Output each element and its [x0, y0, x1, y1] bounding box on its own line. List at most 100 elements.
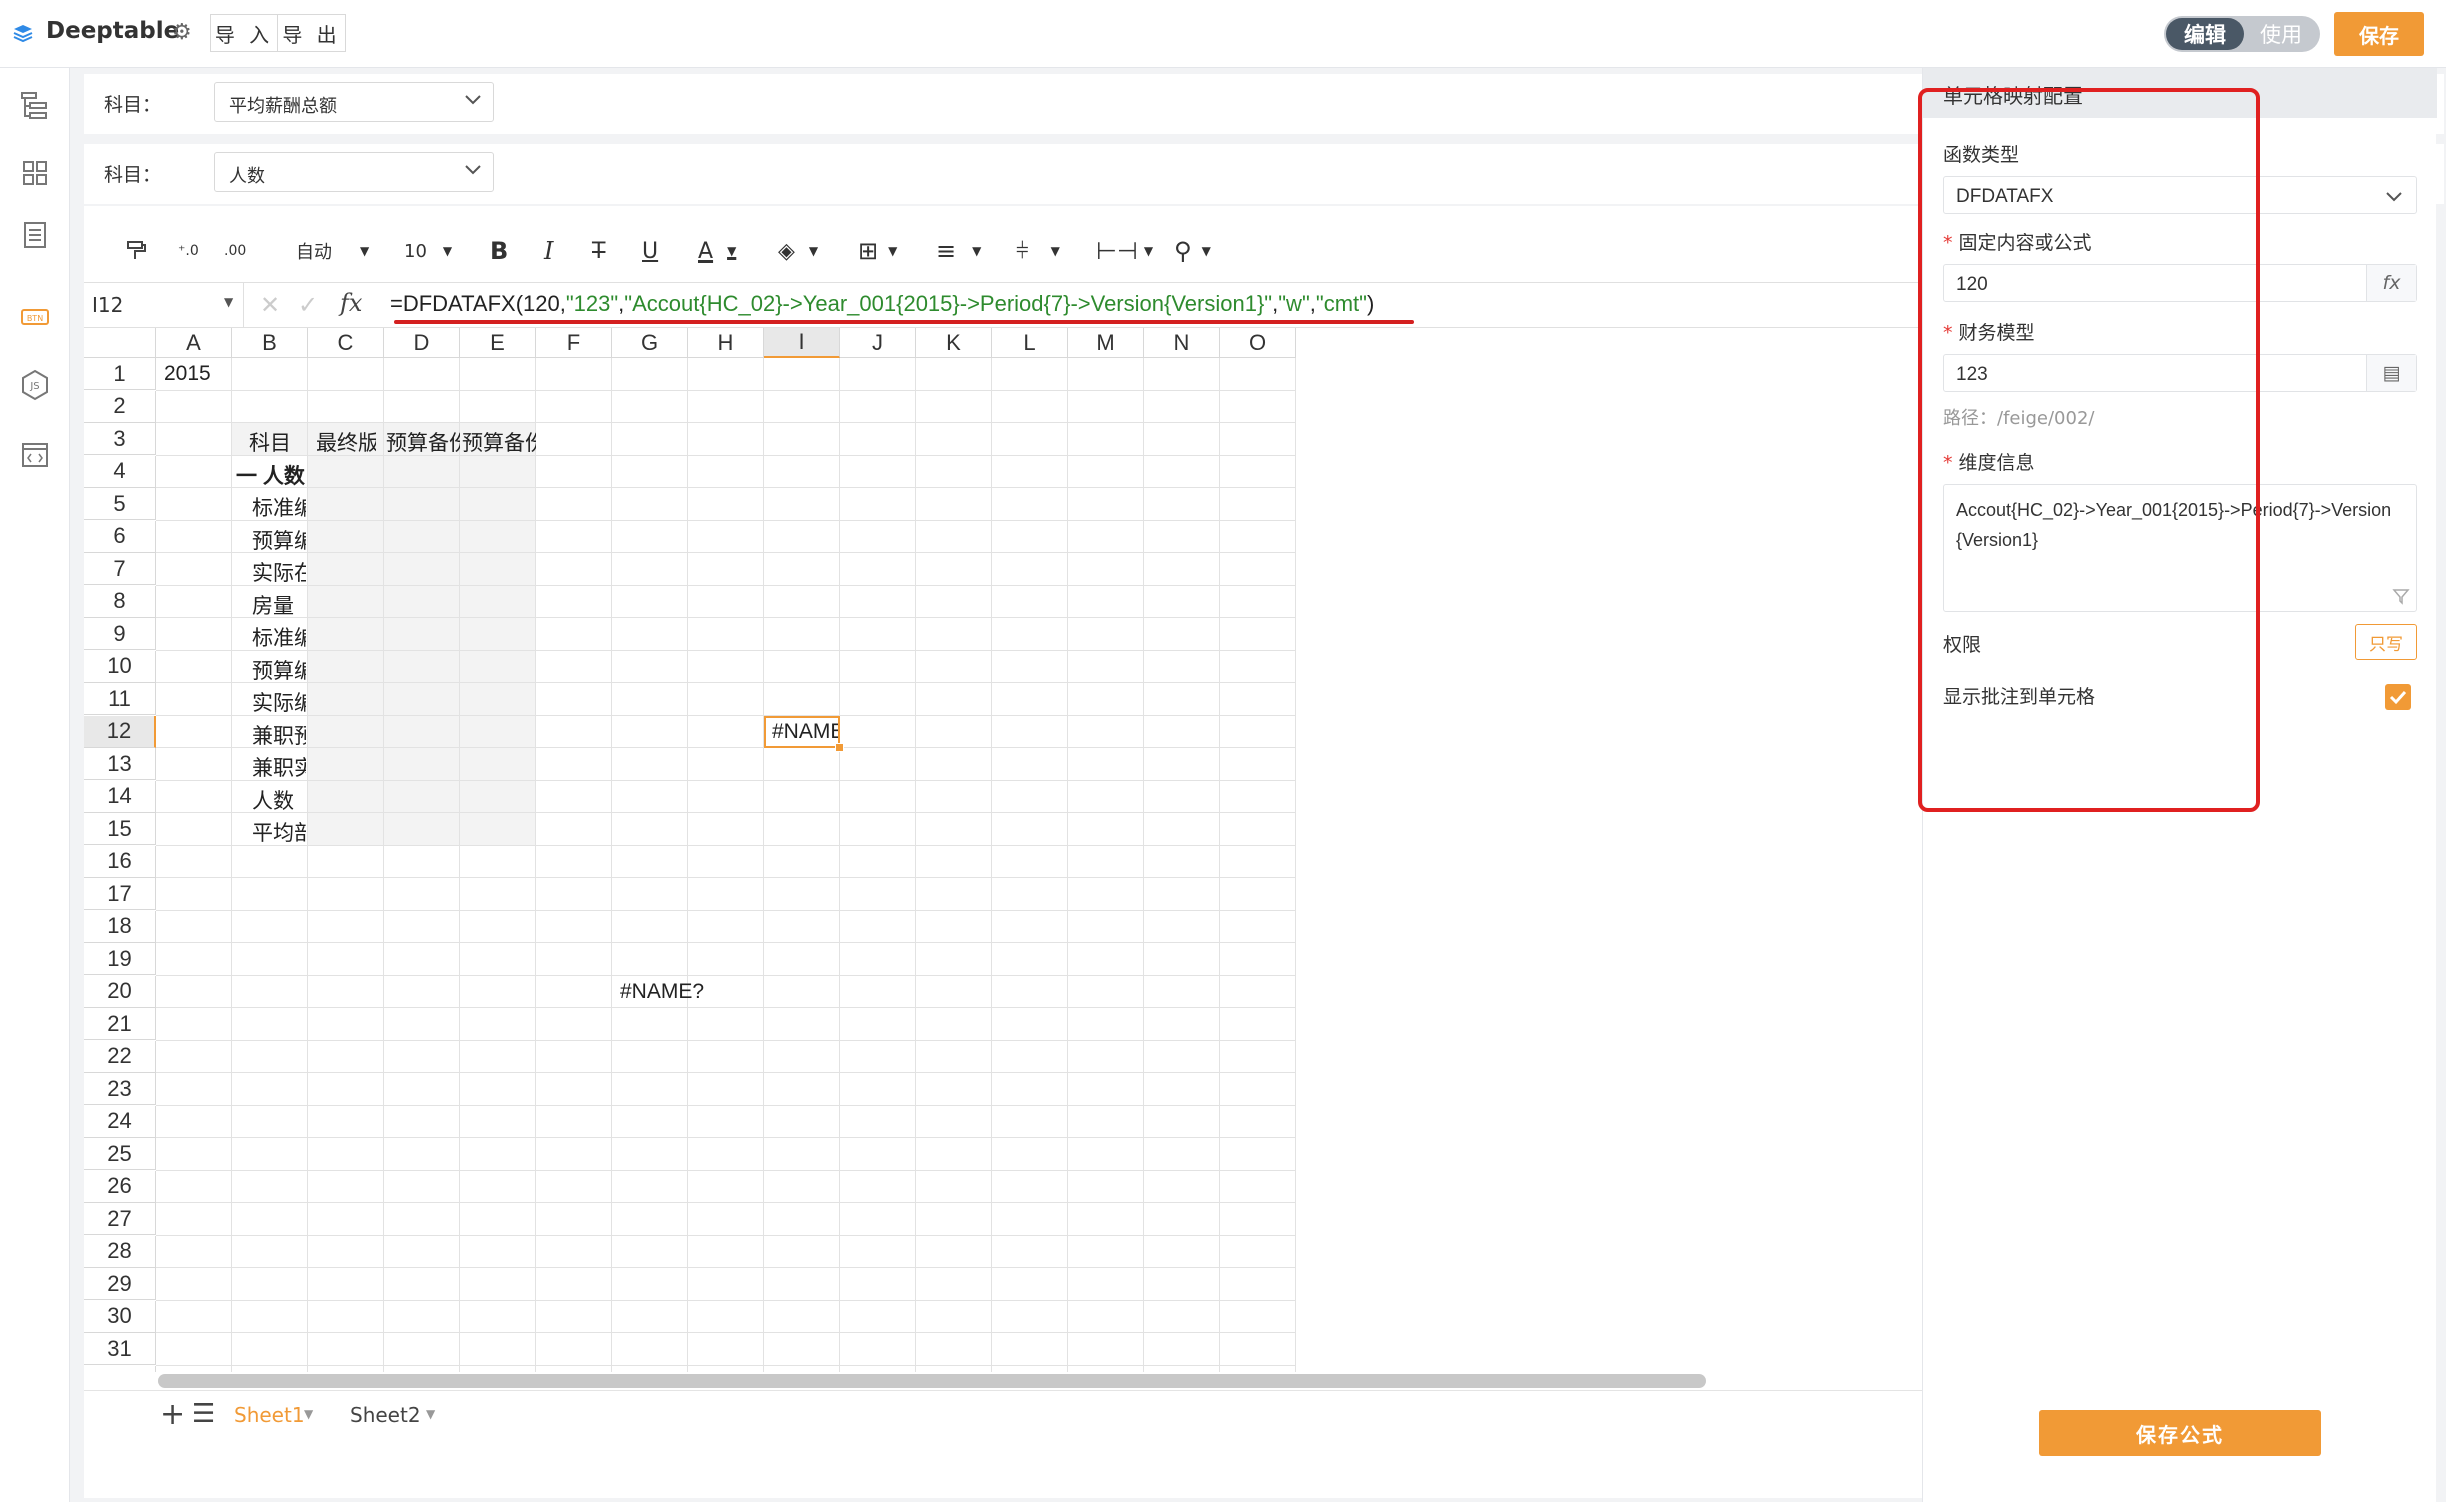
merge-cells-icon[interactable]: ⊢⊣ ▼ [1096, 234, 1153, 268]
import-button[interactable]: 导 入 [210, 14, 278, 52]
bold-icon[interactable]: B [490, 234, 508, 268]
cell-a1[interactable]: 2015 [164, 362, 230, 386]
column-header[interactable]: J [840, 328, 916, 358]
cell-name-box[interactable]: I12 ▼ [84, 283, 244, 327]
row-header[interactable]: 32 [84, 1365, 156, 1372]
row-header[interactable]: 24 [84, 1105, 156, 1138]
row-header[interactable]: 8 [84, 585, 156, 618]
cell-b-label[interactable]: 标准编... [252, 492, 306, 522]
mode-toggle[interactable]: 编辑 使用 [2164, 16, 2320, 52]
row-header[interactable]: 22 [84, 1040, 156, 1073]
cell-b-label[interactable]: 预算编... [252, 655, 306, 685]
row-header[interactable]: 10 [84, 650, 156, 683]
sheet-list-icon[interactable]: ☰ [192, 1399, 215, 1429]
row-header[interactable]: 11 [84, 683, 156, 715]
subject-select[interactable]: 人数 [214, 152, 494, 192]
row-header[interactable]: 16 [84, 845, 156, 878]
number-format-select[interactable]: 自动 ▼ [296, 234, 369, 268]
spreadsheet-grid[interactable]: A B C D E F G H I J K L M N O 1 2 3 4 5 6 7 8 9 10 11 12 13 14 15 16 17… [84, 328, 1924, 1372]
underline-icon[interactable]: U [642, 234, 658, 268]
add-sheet-icon[interactable]: + [160, 1397, 185, 1432]
show-comment-checkbox[interactable] [2385, 684, 2411, 710]
code-window-icon[interactable] [18, 438, 52, 472]
fill-color-icon[interactable]: ◈ ▼ [778, 234, 818, 268]
borders-icon[interactable]: ⊞ ▼ [858, 234, 897, 268]
list-document-icon[interactable] [18, 218, 52, 252]
column-header[interactable]: C [308, 328, 384, 358]
decrease-decimal-icon[interactable]: .00 [224, 234, 246, 268]
row-header[interactable]: 27 [84, 1203, 156, 1235]
cell-d3[interactable]: 预算备份1 [386, 427, 460, 457]
row-header[interactable]: 25 [84, 1138, 156, 1170]
row-header[interactable]: 23 [84, 1073, 156, 1105]
tree-structure-icon[interactable] [18, 88, 52, 122]
cell-b-label[interactable]: 平均部... [252, 817, 306, 847]
column-header[interactable]: F [536, 328, 612, 358]
subject-select[interactable]: 平均薪酬总额 [214, 82, 494, 122]
row-header[interactable]: 14 [84, 780, 156, 813]
row-header[interactable]: 4 [84, 455, 156, 488]
fill-handle[interactable] [835, 743, 844, 752]
increase-decimal-icon[interactable]: ⁺.0 [178, 234, 199, 268]
cancel-icon[interactable]: ✕ [260, 291, 280, 319]
column-header[interactable]: A [156, 328, 232, 358]
font-color-icon[interactable]: A ▼ [698, 234, 736, 268]
row-header[interactable]: 12 [84, 715, 156, 748]
strikethrough-icon[interactable]: T [592, 234, 605, 268]
button-component-icon[interactable]: BTN [18, 300, 52, 334]
cell-g20[interactable]: #NAME? [620, 980, 772, 1004]
function-fx-icon[interactable]: fx [340, 289, 362, 317]
write-only-button[interactable]: 只写 [2355, 624, 2417, 660]
row-header[interactable]: 19 [84, 943, 156, 975]
font-size-select[interactable]: 10 ▼ [404, 234, 452, 268]
column-header[interactable]: B [232, 328, 308, 358]
mode-use-option[interactable]: 使用 [2244, 18, 2318, 50]
column-header[interactable]: O [1220, 328, 1296, 358]
confirm-icon[interactable]: ✓ [298, 291, 318, 319]
row-header[interactable]: 30 [84, 1300, 156, 1333]
italic-icon[interactable]: I [544, 234, 553, 268]
search-icon[interactable]: ⚲ ▼ [1174, 234, 1211, 268]
mode-edit-option[interactable]: 编辑 [2166, 18, 2244, 50]
cell-b-label[interactable]: 人数（... [252, 785, 306, 815]
row-header[interactable]: 28 [84, 1235, 156, 1268]
cell-b-label[interactable]: 预算编... [252, 525, 306, 555]
filter-funnel-icon[interactable] [2392, 587, 2410, 605]
align-icon[interactable]: ≡ ▼ [936, 234, 981, 268]
row-header[interactable]: 7 [84, 553, 156, 585]
cell-b-label[interactable]: 房量 [252, 590, 306, 620]
corner-cell[interactable] [84, 328, 156, 358]
settings-gear-icon[interactable]: ⚙ [172, 20, 192, 45]
row-header[interactable]: 15 [84, 813, 156, 845]
cell-b3[interactable]: 科目 [240, 427, 300, 457]
column-header[interactable]: M [1068, 328, 1144, 358]
cell-b-label[interactable]: 实际编... [252, 687, 306, 717]
sheet-tab-1[interactable]: Sheet1 ▼ [220, 1391, 320, 1435]
row-header[interactable]: 13 [84, 748, 156, 780]
row-header[interactable]: 9 [84, 618, 156, 650]
formula-fx-icon[interactable]: fx [2366, 265, 2416, 301]
save-button[interactable]: 保存 [2334, 12, 2424, 56]
cell-c3[interactable]: 最终版 [316, 427, 376, 457]
column-header[interactable]: D [384, 328, 460, 358]
row-header[interactable]: 6 [84, 520, 156, 553]
formula-input[interactable]: =DFDATAFX(120,"123","Accout{HC_02}->Year… [390, 291, 1374, 317]
row-header[interactable]: 26 [84, 1170, 156, 1203]
row-header[interactable]: 21 [84, 1008, 156, 1040]
row-header[interactable]: 18 [84, 910, 156, 943]
cell-b-label[interactable]: 实际在... [252, 557, 306, 587]
save-formula-button[interactable]: 保存公式 [2039, 1410, 2321, 1456]
column-header[interactable]: L [992, 328, 1068, 358]
grid-apps-icon[interactable] [18, 156, 52, 190]
cell-i12[interactable]: #NAME? [772, 720, 838, 744]
export-button[interactable]: 导 出 [278, 14, 346, 52]
cell-e3[interactable]: 预算备份2 [462, 427, 536, 457]
cell-b-label[interactable]: 兼职预... [252, 720, 306, 750]
sheet-tab-2[interactable]: Sheet2 ▼ [334, 1391, 444, 1435]
row-header[interactable]: 1 [84, 358, 156, 390]
row-header[interactable]: 31 [84, 1333, 156, 1365]
row-header[interactable]: 20 [84, 975, 156, 1008]
row-header[interactable]: 17 [84, 878, 156, 910]
column-header[interactable]: I [764, 328, 840, 358]
column-header[interactable]: G [612, 328, 688, 358]
